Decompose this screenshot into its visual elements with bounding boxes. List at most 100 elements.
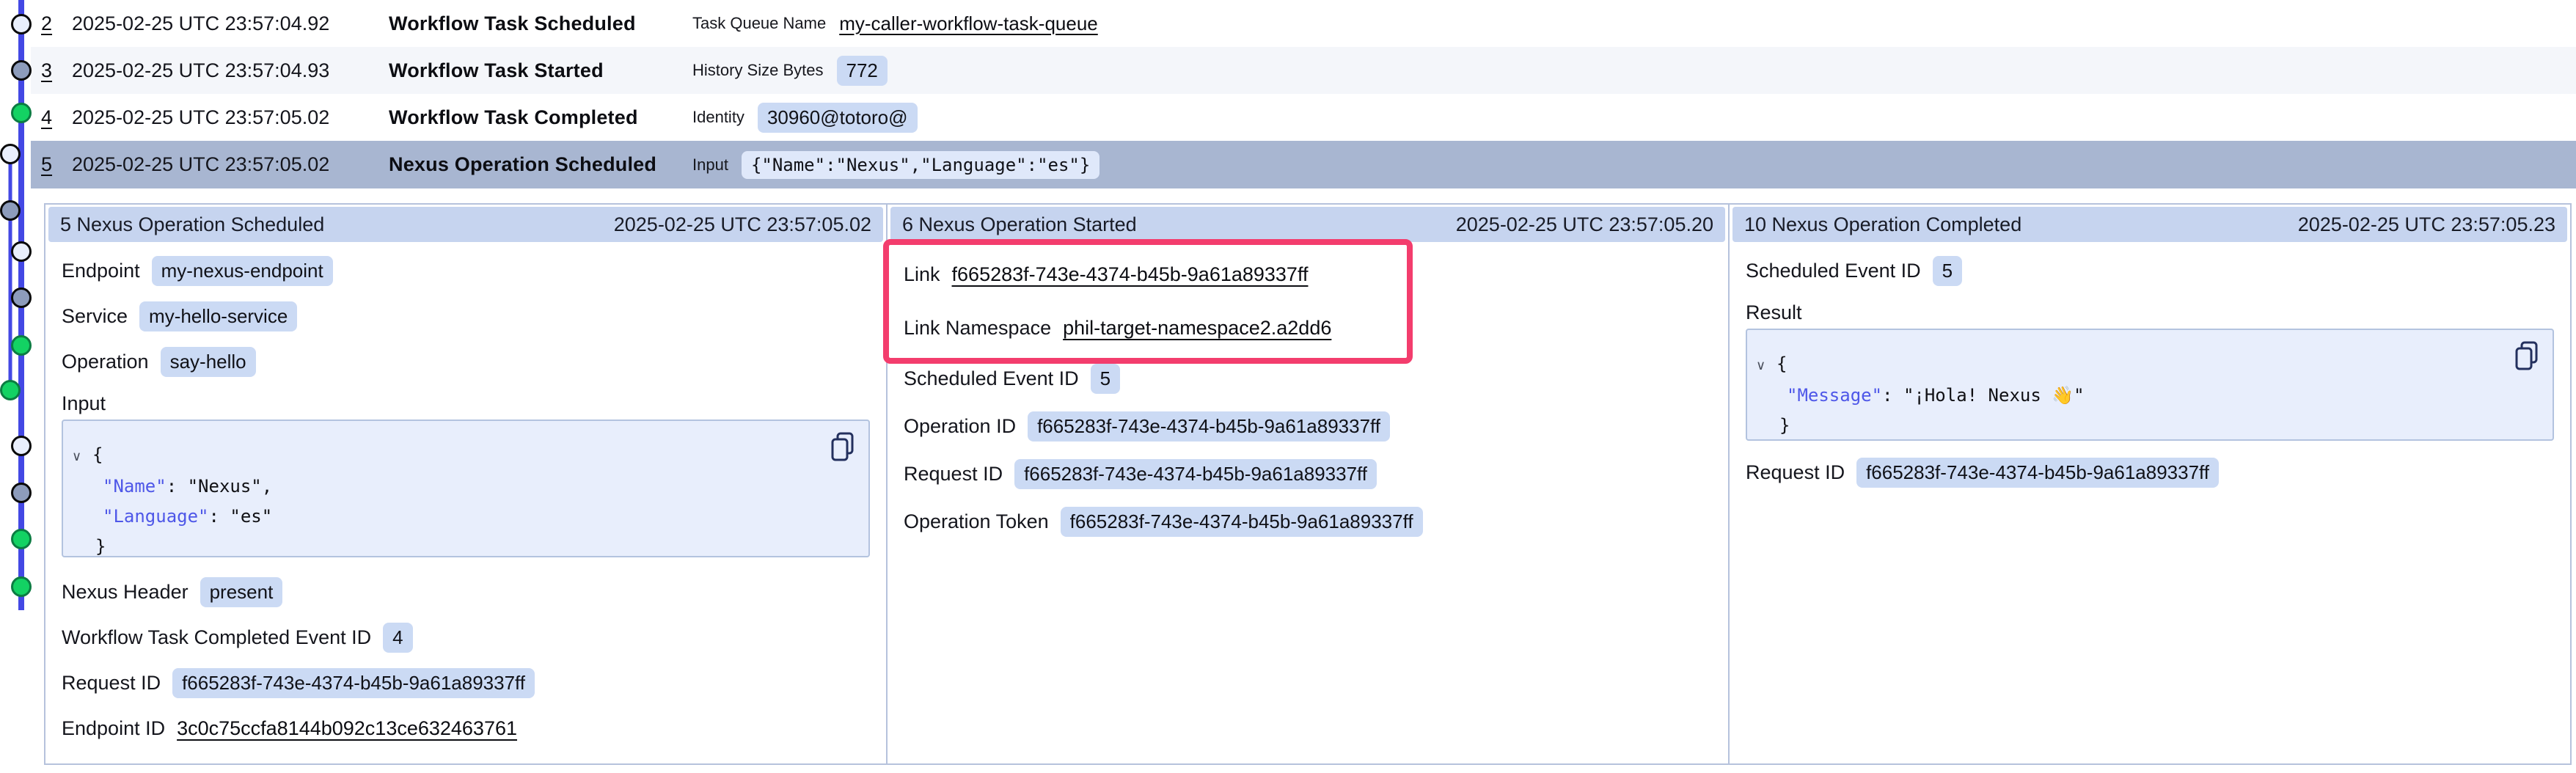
event-history-table: 2 2025-02-25 UTC 23:57:04.92 Workflow Ta…	[31, 0, 2576, 188]
field-operation: Operation say-hello	[62, 339, 870, 384]
panel-timestamp: 2025-02-25 UTC 23:57:05.20	[1456, 213, 1713, 236]
history-row-3[interactable]: 3 2025-02-25 UTC 23:57:04.93 Workflow Ta…	[31, 47, 2576, 94]
field-wtc-event-id: Workflow Task Completed Event ID 4	[62, 615, 870, 660]
timeline-node-white[interactable]	[12, 15, 31, 34]
event-summary: History Size Bytes 772	[692, 56, 888, 86]
field-label: Workflow Task Completed Event ID	[62, 626, 371, 649]
history-row-4[interactable]: 4 2025-02-25 UTC 23:57:05.02 Workflow Ta…	[31, 94, 2576, 141]
field-value-badge: f665283f-743e-4374-b45b-9a61a89337ff	[1856, 458, 2219, 488]
panel-body: Link f665283f-743e-4374-b45b-9a61a89337f…	[888, 242, 1728, 546]
link-namespace-link[interactable]: phil-target-namespace2.a2dd6	[1063, 317, 1331, 340]
field-value-badge: my-nexus-endpoint	[152, 256, 333, 286]
field-endpoint: Endpoint my-nexus-endpoint	[62, 248, 870, 293]
timeline-node-green[interactable]	[12, 530, 31, 549]
history-row-5-selected[interactable]: 5 2025-02-25 UTC 23:57:05.02 Nexus Opera…	[31, 141, 2576, 188]
task-queue-link[interactable]: my-caller-workflow-task-queue	[839, 12, 1098, 35]
field-value-badge: 4	[383, 623, 412, 653]
timeline-node-green[interactable]	[12, 104, 31, 122]
field-value-badge: 5	[1933, 256, 1962, 286]
result-section-label: Result	[1746, 296, 2554, 329]
timeline-node-gray[interactable]	[12, 62, 31, 80]
field-value-badge: present	[200, 577, 283, 607]
event-summary: Input {"Name":"Nexus","Language":"es"}	[692, 151, 1099, 179]
summary-label: Input	[692, 155, 728, 175]
result-json-viewer: ∨{ "Message": "¡Hola! Nexus 👋" }	[1746, 329, 2554, 441]
timeline-node-white[interactable]	[12, 437, 31, 455]
panel-header: 5 Nexus Operation Scheduled 2025-02-25 U…	[48, 207, 883, 242]
summary-value-badge: 772	[837, 56, 888, 86]
field-label: Link	[904, 263, 940, 286]
field-request-id: Request ID f665283f-743e-4374-b45b-9a61a…	[62, 660, 870, 706]
timeline-node-gray[interactable]	[12, 484, 31, 502]
summary-label: History Size Bytes	[692, 61, 824, 80]
field-label: Service	[62, 305, 128, 328]
field-service: Service my-hello-service	[62, 293, 870, 339]
event-name: Workflow Task Started	[389, 59, 682, 82]
field-label: Nexus Header	[62, 581, 189, 604]
event-time: 2025-02-25 UTC 23:57:05.02	[72, 153, 389, 176]
panel-nexus-operation-scheduled: 5 Nexus Operation Scheduled 2025-02-25 U…	[45, 205, 886, 763]
timeline-node-green[interactable]	[12, 337, 31, 355]
panel-header: 6 Nexus Operation Started 2025-02-25 UTC…	[890, 207, 1725, 242]
panel-title: 6 Nexus Operation Started	[902, 213, 1137, 236]
timeline-node-white[interactable]	[12, 243, 31, 261]
panel-timestamp: 2025-02-25 UTC 23:57:05.02	[614, 213, 871, 236]
panel-nexus-operation-completed: 10 Nexus Operation Completed 2025-02-25 …	[1728, 205, 2570, 763]
operation-link[interactable]: f665283f-743e-4374-b45b-9a61a89337ff	[952, 263, 1309, 286]
timeline-node-white[interactable]	[1, 145, 20, 164]
field-value-badge: say-hello	[161, 347, 256, 377]
field-label: Operation Token	[904, 510, 1049, 533]
field-label: Operation	[62, 351, 149, 373]
json-line: ∨{	[1756, 349, 2509, 381]
collapse-chevron-icon[interactable]: ∨	[1756, 351, 1777, 381]
field-value-badge: 5	[1091, 364, 1120, 394]
copy-icon	[829, 431, 857, 462]
field-request-id: Request ID f665283f-743e-4374-b45b-9a61a…	[1746, 450, 2554, 495]
history-row-2[interactable]: 2 2025-02-25 UTC 23:57:04.92 Workflow Ta…	[31, 0, 2576, 47]
timeline-node-green[interactable]	[1, 381, 20, 400]
field-value-badge: f665283f-743e-4374-b45b-9a61a89337ff	[1014, 459, 1377, 489]
field-operation-token: Operation Token f665283f-743e-4374-b45b-…	[904, 498, 1712, 546]
field-endpoint-id: Endpoint ID 3c0c75ccfa8144b092c13ce63246…	[62, 706, 870, 751]
copy-button[interactable]	[829, 431, 857, 462]
collapse-chevron-icon[interactable]: ∨	[72, 442, 92, 472]
panel-body: Endpoint my-nexus-endpoint Service my-he…	[45, 242, 886, 751]
input-json-viewer: ∨{ "Name": "Nexus", "Language": "es" }	[62, 420, 870, 557]
summary-label: Task Queue Name	[692, 14, 826, 33]
field-scheduled-event-id: Scheduled Event ID 5	[904, 355, 1712, 403]
input-section-label: Input	[62, 387, 870, 420]
event-time: 2025-02-25 UTC 23:57:05.02	[72, 106, 389, 129]
field-operation-id: Operation ID f665283f-743e-4374-b45b-9a6…	[904, 403, 1712, 450]
copy-icon	[2513, 340, 2541, 371]
endpoint-id-link[interactable]: 3c0c75ccfa8144b092c13ce632463761	[177, 717, 517, 740]
field-link-namespace: Link Namespace phil-target-namespace2.a2…	[904, 301, 1712, 355]
field-label: Endpoint ID	[62, 717, 165, 740]
field-value-badge: f665283f-743e-4374-b45b-9a61a89337ff	[172, 668, 535, 698]
event-summary: Identity 30960@totoro@	[692, 103, 918, 133]
panel-timestamp: 2025-02-25 UTC 23:57:05.23	[2298, 213, 2555, 236]
field-value-badge: f665283f-743e-4374-b45b-9a61a89337ff	[1028, 411, 1390, 442]
field-value-badge: f665283f-743e-4374-b45b-9a61a89337ff	[1061, 507, 1423, 537]
panel-header: 10 Nexus Operation Completed 2025-02-25 …	[1732, 207, 2567, 242]
json-line: "Message": "¡Hola! Nexus 👋"	[1756, 381, 2509, 411]
field-link: Link f665283f-743e-4374-b45b-9a61a89337f…	[904, 248, 1712, 301]
event-time: 2025-02-25 UTC 23:57:04.92	[72, 12, 389, 35]
event-name: Workflow Task Completed	[389, 106, 682, 129]
workflow-history-screen: 2 2025-02-25 UTC 23:57:04.92 Workflow Ta…	[0, 0, 2576, 773]
copy-button[interactable]	[2513, 340, 2541, 371]
json-line: }	[72, 532, 824, 562]
timeline-node-green[interactable]	[12, 578, 31, 596]
panel-title: 5 Nexus Operation Scheduled	[60, 213, 324, 236]
field-nexus-header: Nexus Header present	[62, 569, 870, 615]
summary-label: Identity	[692, 108, 744, 127]
panel-nexus-operation-started: 6 Nexus Operation Started 2025-02-25 UTC…	[886, 205, 1728, 763]
json-line: "Language": "es"	[72, 502, 824, 532]
field-label: Request ID	[62, 672, 161, 695]
json-line: ∨{	[72, 440, 824, 472]
panel-title: 10 Nexus Operation Completed	[1744, 213, 2021, 236]
field-value-badge: my-hello-service	[139, 301, 297, 331]
panel-body: Scheduled Event ID 5 Result ∨{ "Message"…	[1730, 242, 2570, 495]
timeline-node-gray[interactable]	[1, 202, 20, 220]
event-time: 2025-02-25 UTC 23:57:04.93	[72, 59, 389, 82]
timeline-node-gray[interactable]	[12, 289, 31, 307]
